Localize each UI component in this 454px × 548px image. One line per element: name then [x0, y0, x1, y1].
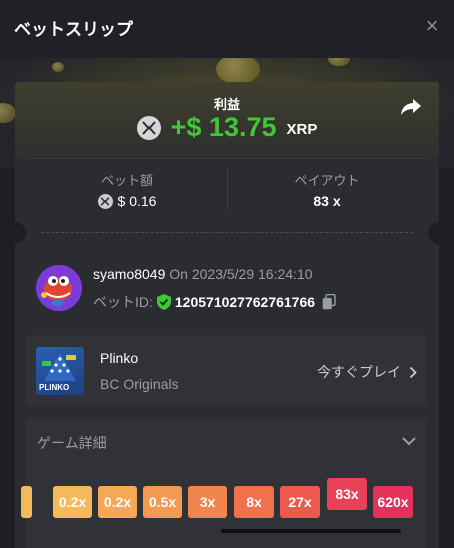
game-card[interactable]: PLINKO Plinko BC Originals 今すぐプレイ: [25, 335, 427, 405]
bet-id-value: 120571027762761766: [174, 294, 316, 310]
bet-id-label: ベットID:: [93, 294, 153, 310]
payout-value: 83 x: [313, 193, 341, 209]
game-details-title: ゲーム詳細: [37, 435, 107, 451]
profit-row: +$ 13.75 XRP: [15, 112, 439, 143]
multiplier-chip: [21, 486, 32, 518]
username[interactable]: syamo8049: [93, 266, 165, 282]
shield-check-icon: [156, 294, 171, 310]
multiplier-chip: 0.2x: [53, 486, 92, 518]
bet-slip-card: 利益 +$ 13.75 XRP ベット額 $ 0.16 ペイアウト 83 x s…: [4, 82, 450, 548]
multiplier-chip: 0.5x: [143, 486, 182, 518]
game-provider: BC Originals: [100, 376, 179, 392]
ticket-notch-right: [428, 222, 450, 244]
payout-label: ペイアウト: [294, 173, 360, 188]
share-icon[interactable]: [400, 97, 422, 117]
game-details-panel: ゲーム詳細 0.2x 0.2x 0.5x 3x 8x 27x 83x 620x: [21, 419, 427, 548]
bet-amount: ベット額 $ 0.16: [27, 170, 227, 209]
profit-amount: +$ 13.75: [170, 112, 277, 142]
copy-icon[interactable]: [322, 294, 336, 310]
divider: [29, 158, 425, 159]
xrp-icon: [136, 115, 161, 140]
bet-id-line: ベットID: 120571027762761766: [93, 292, 336, 312]
chevron-right-icon: [409, 366, 417, 378]
bet-amount-value: $ 0.16: [117, 193, 157, 209]
bet-time: On 2023/5/29 16:24:10: [169, 266, 313, 282]
profit-panel: 利益 +$ 13.75 XRP: [15, 82, 439, 158]
chevron-down-icon[interactable]: [401, 433, 417, 449]
play-now-label: 今すぐプレイ: [317, 364, 401, 380]
header: ベットスリップ ×: [0, 0, 454, 58]
page-title: ベットスリップ: [14, 20, 133, 39]
multiplier-chip: 620x: [373, 486, 413, 518]
dashed-divider: [41, 232, 413, 233]
horizontal-scrollbar[interactable]: [221, 529, 401, 533]
multiplier-row: 0.2x 0.2x 0.5x 3x 8x 27x 83x 620x: [21, 478, 427, 526]
avatar[interactable]: [36, 265, 82, 311]
multiplier-chip: 83x: [327, 478, 367, 510]
close-icon[interactable]: ×: [422, 14, 442, 38]
payout: ペイアウト 83 x: [227, 170, 427, 209]
profit-label: 利益: [213, 97, 240, 112]
game-thumb-label: PLINKO: [39, 383, 70, 392]
multiplier-chip: 3x: [188, 486, 227, 518]
multiplier-chip: 8x: [234, 486, 274, 518]
xrp-icon: [97, 193, 113, 209]
ticket-notch-left: [4, 222, 26, 244]
multiplier-chip: 0.2x: [98, 486, 137, 518]
user-line: syamo8049 On 2023/5/29 16:24:10: [93, 266, 313, 282]
bet-amount-label: ベット額: [100, 173, 153, 188]
profit-currency: XRP: [286, 121, 318, 138]
game-thumbnail[interactable]: PLINKO: [36, 347, 84, 395]
game-name: Plinko: [100, 350, 139, 366]
multiplier-chip: 27x: [280, 486, 320, 518]
play-now-button[interactable]: 今すぐプレイ: [317, 362, 417, 382]
